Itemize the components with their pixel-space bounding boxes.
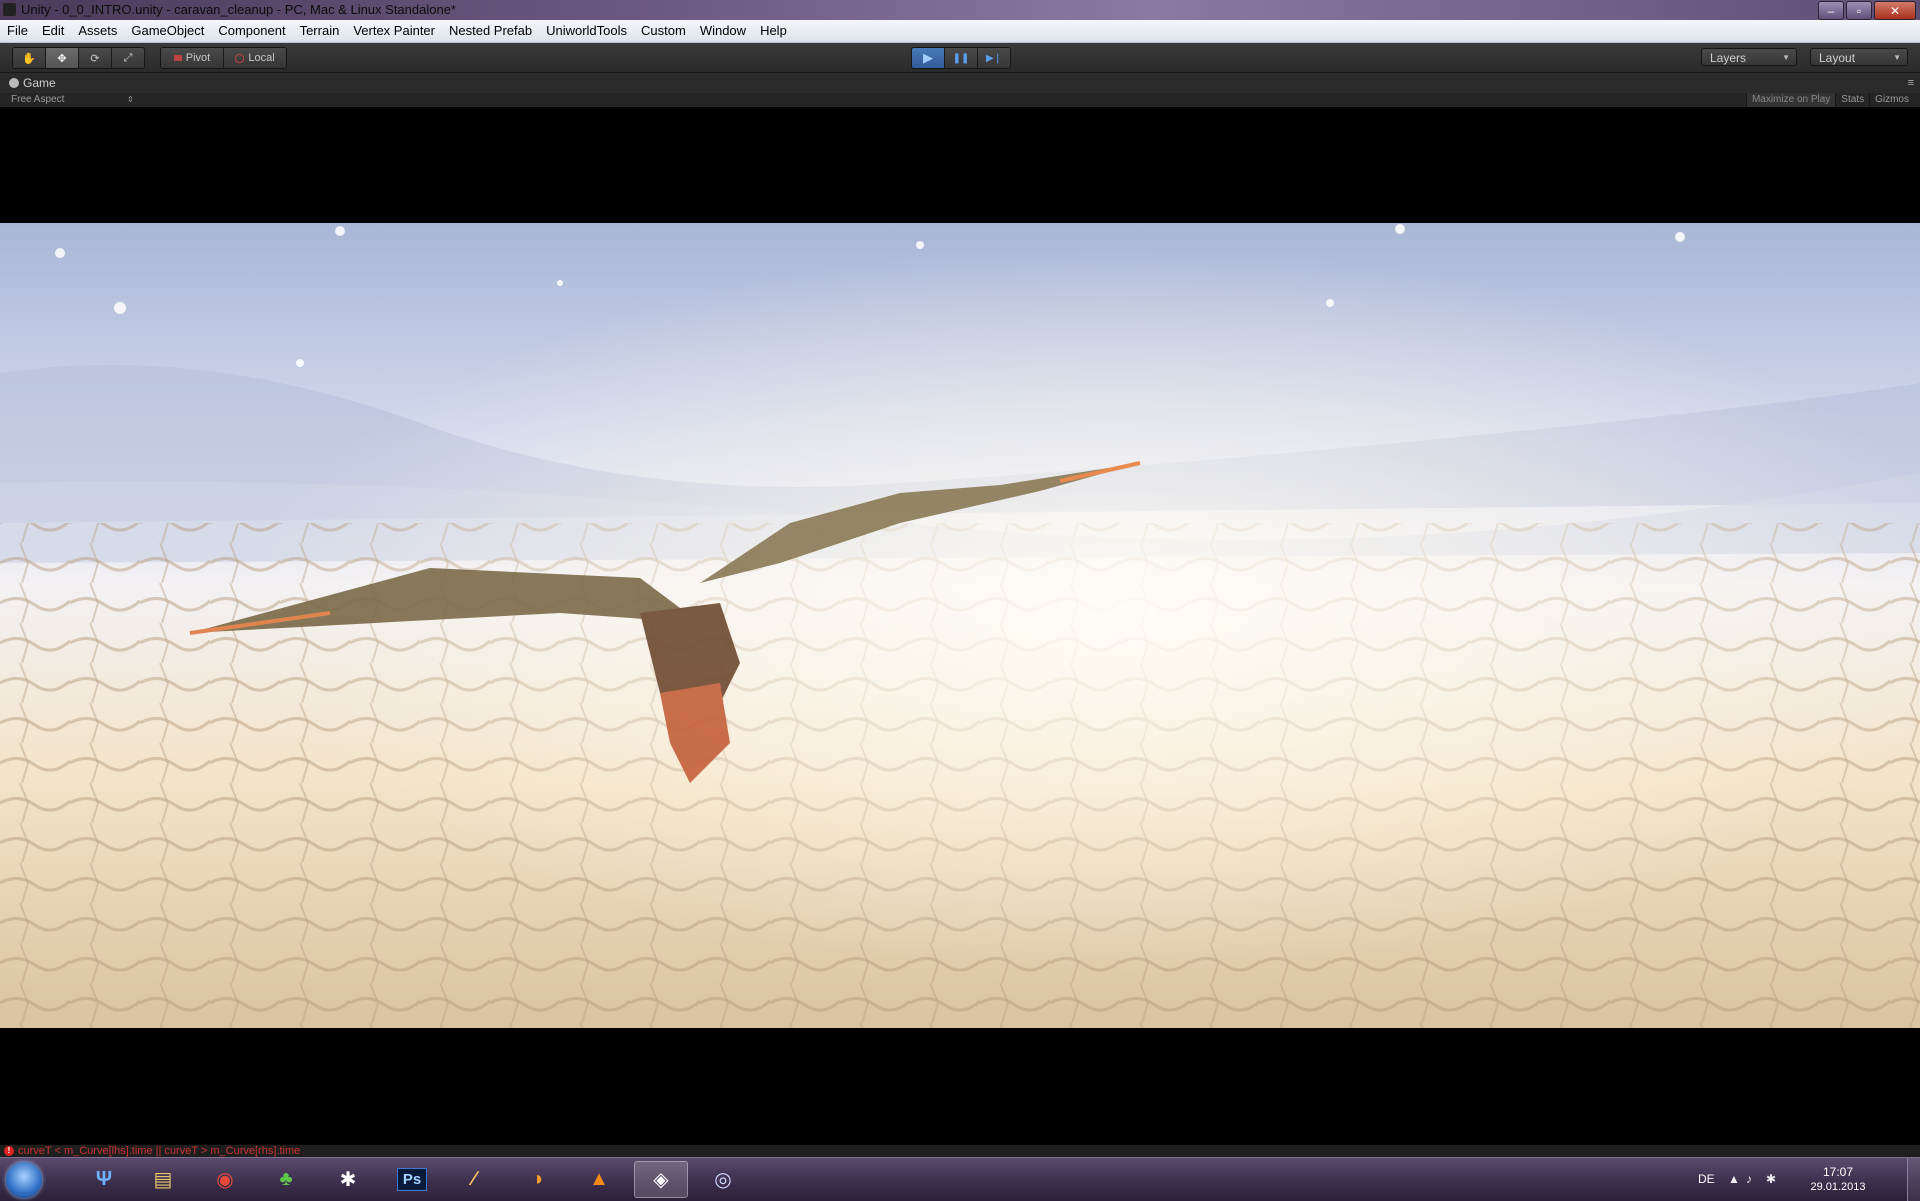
menu-bar: File Edit Assets GameObject Component Te… bbox=[0, 20, 1920, 43]
aspect-dropdown[interactable]: Free Aspect bbox=[11, 93, 64, 107]
toolbar: ✋ ✥ ⟳ ⤢ Pivot Local ▶ ❚❚ ▶❘ Layers ▼ Lay… bbox=[0, 43, 1920, 73]
taskbar-app-button[interactable]: ◈ bbox=[634, 1161, 688, 1198]
pivot-button[interactable]: Pivot bbox=[161, 48, 224, 68]
maximize-on-play-toggle[interactable]: Maximize on Play bbox=[1745, 93, 1836, 107]
chevron-down-icon: ▼ bbox=[1893, 53, 1901, 62]
scale-icon: ⤢ bbox=[123, 51, 133, 64]
start-button[interactable] bbox=[6, 1162, 42, 1198]
system-tray: DE ▲ ♪ ✱ 17:07 29.01.2013 bbox=[1690, 1158, 1920, 1201]
menu-window[interactable]: Window bbox=[693, 20, 753, 42]
taskbar-app-button[interactable]: ∕ bbox=[447, 1161, 501, 1198]
chevron-down-icon: ▼ bbox=[1782, 53, 1790, 62]
unity-icon: ◈ bbox=[653, 1169, 669, 1191]
hand-icon: ✋ bbox=[22, 52, 36, 65]
play-button[interactable]: ▶ bbox=[912, 48, 945, 68]
taskbar-app-button[interactable]: ◉ bbox=[198, 1161, 252, 1198]
hand-tool-button[interactable]: ✋ bbox=[13, 48, 46, 68]
remote-app-icon: ◎ bbox=[714, 1169, 732, 1191]
step-icon: ▶❘ bbox=[985, 52, 1003, 64]
taskbar-app-button[interactable]: Ps bbox=[385, 1161, 439, 1198]
clock-time[interactable]: 17:07 bbox=[1788, 1165, 1888, 1179]
game-tab[interactable]: Game bbox=[23, 73, 56, 93]
taskbar-app-button[interactable]: ▤ bbox=[136, 1161, 190, 1198]
menu-uniworldtools[interactable]: UniworldTools bbox=[539, 20, 634, 42]
transform-tools: ✋ ✥ ⟳ ⤢ bbox=[12, 47, 145, 69]
taskbar-app-button[interactable]: ▲ bbox=[572, 1161, 626, 1198]
pivot-label: Pivot bbox=[185, 52, 211, 64]
layers-dropdown[interactable]: Layers ▼ bbox=[1701, 48, 1797, 66]
local-label: Local bbox=[248, 52, 275, 64]
taskbar-app-button[interactable]: Ψ bbox=[77, 1161, 131, 1198]
taskbar-app-button[interactable]: ◎ bbox=[696, 1161, 750, 1198]
menu-file[interactable]: File bbox=[0, 20, 35, 42]
window-title-bar[interactable]: Unity - 0_0_INTRO.unity - caravan_cleanu… bbox=[0, 0, 1920, 20]
taskbar-app-button[interactable]: ◑ bbox=[510, 1161, 564, 1198]
menu-terrain[interactable]: Terrain bbox=[293, 20, 347, 42]
local-button[interactable]: Local bbox=[224, 48, 286, 68]
pause-button[interactable]: ❚❚ bbox=[945, 48, 978, 68]
window-title: Unity - 0_0_INTRO.unity - caravan_cleanu… bbox=[21, 2, 456, 17]
error-message: curveT < m_Curve[lhs].time || curveT > m… bbox=[18, 1145, 301, 1157]
rotate-icon: ⟳ bbox=[90, 52, 100, 65]
pause-icon: ❚❚ bbox=[952, 52, 970, 64]
vlc-icon: ▲ bbox=[589, 1168, 609, 1190]
panel-menu-icon[interactable]: ≡ bbox=[1908, 73, 1914, 93]
minimize-button[interactable]: – bbox=[1818, 1, 1844, 20]
language-indicator[interactable]: DE bbox=[1698, 1172, 1715, 1186]
rotate-tool-button[interactable]: ⟳ bbox=[79, 48, 112, 68]
gizmos-dropdown[interactable]: Gizmos bbox=[1869, 93, 1914, 107]
move-tool-button[interactable]: ✥ bbox=[46, 48, 79, 68]
pen-app-icon: ∕ bbox=[472, 1168, 476, 1190]
pivot-icon bbox=[173, 55, 182, 61]
chrome-icon: ◉ bbox=[216, 1169, 234, 1191]
stats-toggle[interactable]: Stats bbox=[1835, 93, 1869, 107]
clock-date[interactable]: 29.01.2013 bbox=[1788, 1181, 1888, 1193]
console-status-bar[interactable]: ! curveT < m_Curve[lhs].time || curveT >… bbox=[0, 1145, 1920, 1157]
game-scene-render bbox=[0, 223, 1920, 1028]
layers-label: Layers bbox=[1710, 51, 1747, 65]
step-button[interactable]: ▶❘ bbox=[978, 48, 1010, 68]
menu-help[interactable]: Help bbox=[753, 20, 794, 42]
taskbar-app-button[interactable]: ✱ bbox=[321, 1161, 375, 1198]
menu-vertex-painter[interactable]: Vertex Painter bbox=[346, 20, 442, 42]
uniworld-app-icon: Ψ bbox=[95, 1168, 113, 1190]
close-button[interactable]: ✕ bbox=[1874, 1, 1916, 20]
local-icon bbox=[235, 53, 245, 63]
taskbar-app-button[interactable]: ♣ bbox=[259, 1161, 313, 1198]
game-panel-options: Maximize on Play Stats Gizmos bbox=[1745, 93, 1914, 107]
game-tab-icon bbox=[9, 78, 19, 88]
menu-edit[interactable]: Edit bbox=[35, 20, 71, 42]
game-panel-toolbar: Free Aspect ⇕ Maximize on Play Stats Giz… bbox=[0, 93, 1920, 107]
window-controls: – ▫ ✕ bbox=[1818, 1, 1916, 20]
play-controls: ▶ ❚❚ ▶❘ bbox=[911, 47, 1011, 69]
zbrush-icon: ✱ bbox=[339, 1169, 357, 1191]
pivot-toggles: Pivot Local bbox=[160, 47, 287, 69]
volume-icon[interactable]: ♪ bbox=[1746, 1172, 1752, 1186]
move-icon: ✥ bbox=[57, 52, 67, 65]
error-icon: ! bbox=[4, 1146, 14, 1156]
layout-dropdown[interactable]: Layout ▼ bbox=[1810, 48, 1908, 66]
menu-assets[interactable]: Assets bbox=[71, 20, 124, 42]
taskbar: Ψ ▤ ◉ ♣ ✱ Ps ∕ ◑ ▲ ◈ ◎ DE ▲ ♪ ✱ 17:07 29.01.2013 bbox=[0, 1157, 1920, 1201]
game-viewport[interactable] bbox=[0, 107, 1920, 1145]
blender-icon: ◑ bbox=[530, 1168, 544, 1190]
slime-app-icon: ♣ bbox=[279, 1168, 293, 1190]
network-icon[interactable]: ✱ bbox=[1766, 1172, 1776, 1186]
unity-app-icon bbox=[3, 3, 16, 16]
menu-component[interactable]: Component bbox=[211, 20, 292, 42]
tray-expand-icon[interactable]: ▲ bbox=[1728, 1172, 1740, 1186]
game-panel-tab-bar: Game ≡ bbox=[0, 73, 1920, 93]
menu-nested-prefab[interactable]: Nested Prefab bbox=[442, 20, 539, 42]
chevron-updown-icon: ⇕ bbox=[127, 95, 134, 104]
menu-custom[interactable]: Custom bbox=[634, 20, 693, 42]
scale-tool-button[interactable]: ⤢ bbox=[112, 48, 144, 68]
show-desktop-button[interactable] bbox=[1907, 1158, 1920, 1201]
layout-label: Layout bbox=[1819, 51, 1856, 65]
menu-gameobject[interactable]: GameObject bbox=[124, 20, 211, 42]
play-icon: ▶ bbox=[923, 50, 933, 65]
photoshop-icon: Ps bbox=[396, 1168, 428, 1191]
explorer-icon: ▤ bbox=[153, 1169, 173, 1191]
maximize-button[interactable]: ▫ bbox=[1846, 1, 1872, 20]
